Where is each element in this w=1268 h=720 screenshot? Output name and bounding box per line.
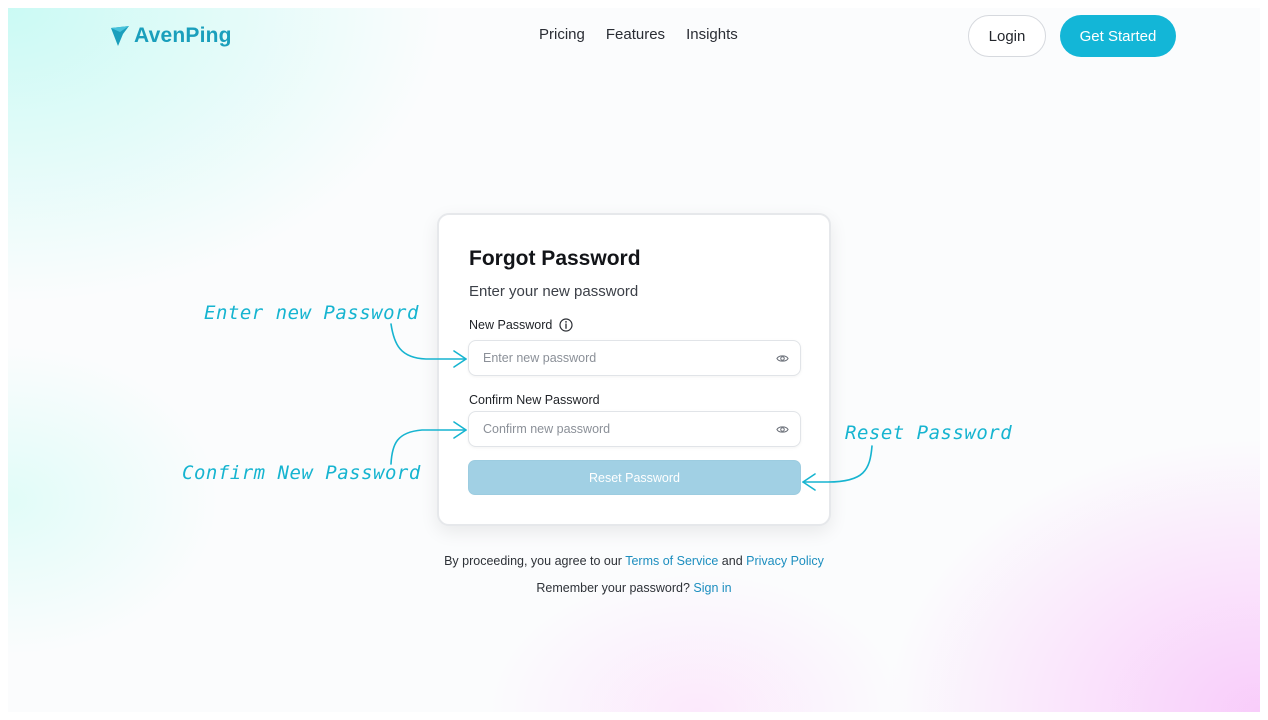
privacy-policy-link[interactable]: Privacy Policy — [746, 554, 824, 568]
confirm-password-input[interactable] — [469, 412, 773, 446]
eye-icon[interactable] — [776, 423, 789, 436]
annotation-confirm-new-password: Confirm New Password — [182, 462, 421, 484]
confirm-password-field — [468, 411, 801, 447]
page-background: AvenPing Pricing Features Insights Login… — [8, 8, 1260, 712]
new-password-input[interactable] — [469, 341, 773, 375]
avenping-logo-icon — [111, 26, 129, 46]
login-button[interactable]: Login — [968, 15, 1046, 57]
card-subtitle: Enter your new password — [469, 283, 639, 300]
get-started-button[interactable]: Get Started — [1060, 15, 1176, 57]
main-nav: Pricing Features Insights — [539, 26, 738, 43]
new-password-label-text: New Password — [469, 318, 553, 332]
new-password-field — [468, 340, 801, 376]
remember-prefix: Remember your password? — [536, 581, 694, 595]
nav-features[interactable]: Features — [606, 26, 665, 43]
eye-icon[interactable] — [776, 352, 789, 365]
annotation-enter-new-password: Enter new Password — [204, 302, 419, 324]
nav-insights[interactable]: Insights — [686, 26, 738, 43]
terms-of-service-link[interactable]: Terms of Service — [625, 554, 718, 568]
terms-notice: By proceeding, you agree to our Terms of… — [8, 554, 1260, 568]
logo[interactable]: AvenPing — [110, 24, 232, 48]
forgot-password-card: Forgot Password Enter your new password … — [437, 213, 831, 526]
nav-pricing[interactable]: Pricing — [539, 26, 585, 43]
confirm-password-label: Confirm New Password — [469, 393, 600, 407]
annotation-reset-password: Reset Password — [845, 422, 1013, 444]
reset-password-button[interactable]: Reset Password — [468, 460, 801, 495]
terms-and: and — [718, 554, 747, 568]
remember-password: Remember your password? Sign in — [8, 581, 1260, 595]
terms-prefix: By proceeding, you agree to our — [444, 554, 626, 568]
new-password-label: New Password — [469, 318, 573, 332]
sign-in-link[interactable]: Sign in — [693, 581, 731, 595]
page-title: Forgot Password — [469, 247, 641, 270]
info-icon[interactable] — [559, 318, 573, 332]
logo-text: AvenPing — [134, 24, 232, 47]
